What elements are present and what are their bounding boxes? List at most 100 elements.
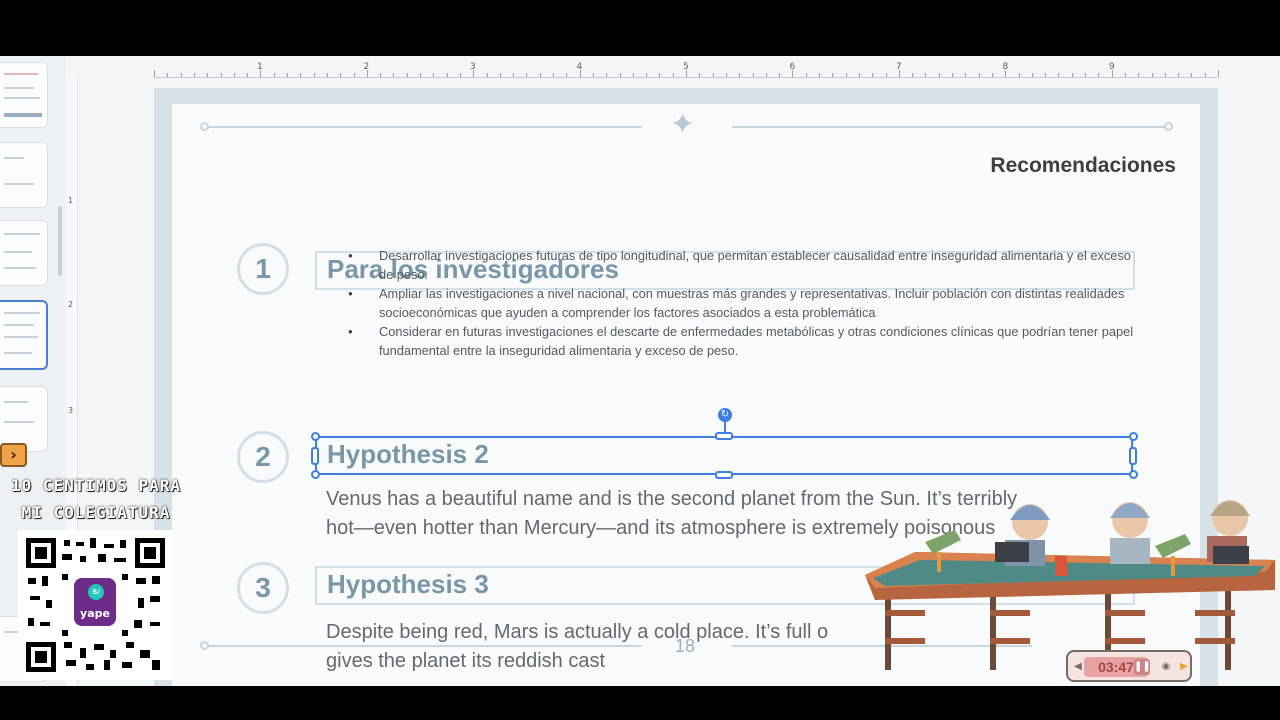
slide-title[interactable]: Recomendaciones [990,154,1176,178]
ruler-mark: 4 [576,62,583,72]
banner-line: MI COLEGIATURA [21,503,171,522]
section-number-2[interactable]: 2 [237,431,289,483]
eye-off-icon[interactable]: ◉ [1158,659,1174,675]
ruler-tick [353,73,355,77]
resize-handle[interactable] [1129,432,1138,441]
study-room-illustration [865,500,1275,670]
vruler-mark: 2 [68,300,74,309]
resize-handle[interactable] [715,471,733,479]
yape-label: yape [80,607,110,620]
horizontal-ruler: 1 2 3 4 5 6 7 8 9 [154,62,1219,78]
ruler-tick [287,73,288,77]
ruler-tick [712,73,714,77]
ruler-tick [912,73,914,77]
decor-line [732,126,1167,128]
ruler-tick [739,73,741,77]
vruler-mark: 1 [68,196,74,205]
pomodoro-timer[interactable]: ◀ 03:47 ❚❚ ◉ ▶ [1066,650,1192,682]
ruler-tick [154,70,155,77]
recommendation-list[interactable]: Desarrollar investigaciones futuras de t… [348,246,1148,360]
ruler-tick [619,73,621,77]
resize-handle[interactable] [1129,447,1137,465]
ruler-tick [220,73,222,77]
ruler-tick [646,73,648,77]
ruler-tick [991,73,993,77]
ruler-tick [858,73,860,77]
ruler-tick [446,73,448,77]
ruler-tick [805,73,807,77]
ruler-tick [513,73,515,77]
resize-handle[interactable] [311,432,320,441]
ruler-tick [566,73,568,77]
ruler-tick [1031,73,1033,77]
resize-handle[interactable] [311,470,320,479]
ruler-tick [1058,73,1060,77]
ruler-tick [247,73,249,77]
ruler-tick [1124,73,1126,77]
ruler-mark: 7 [896,62,902,72]
ruler-tick [1204,73,1206,77]
ruler-tick [167,73,169,77]
ruler-tick [752,73,754,77]
list-item: Desarrollar investigaciones futuras de t… [348,246,1148,284]
pause-icon[interactable]: ❚❚ [1134,659,1151,675]
ruler-tick [1151,73,1153,77]
ruler-tick [978,73,980,77]
sparkle-star-icon: ✦ [670,107,696,142]
ruler-tick [725,73,727,77]
section-body-3[interactable]: Despite being red, Mars is actually a co… [326,618,828,676]
ruler-tick [1085,73,1086,77]
ruler-tick [1098,73,1100,77]
ruler-tick [233,73,235,77]
body-line: gives the planet its reddish cast [326,650,606,672]
ruler-tick [180,73,182,77]
resize-handle[interactable] [715,432,733,440]
ruler-tick [486,73,488,77]
ruler-tick [553,73,554,77]
ruler-tick [699,73,701,77]
ruler-mark: 9 [1109,62,1115,72]
slide-thumbnail[interactable] [0,220,48,286]
ruler-tick [845,73,847,77]
ruler-tick [1178,73,1180,77]
ruler-tick [832,73,834,77]
ruler-tick [326,73,328,77]
ruler-tick [1138,73,1140,77]
yape-logo: S/ yape [74,578,116,626]
chevron-right-icon[interactable]: › [0,443,27,467]
vruler-mark: 3 [68,406,74,415]
ruler-tick [273,73,275,77]
ruler-tick [872,73,874,77]
ruler-tick [952,73,953,77]
decor-line [207,645,642,647]
selection-box[interactable] [315,436,1133,475]
list-item: Considerar en futuras investigaciones el… [348,322,1148,360]
ruler-tick [925,73,927,77]
ruler-tick [659,73,661,77]
section-number-1[interactable]: 1 [237,243,289,295]
ruler-tick [672,73,674,77]
decor-dot [1164,122,1173,131]
slide-thumbnail[interactable] [0,142,48,208]
ruler-tick [406,73,408,77]
slide-thumbnail-active[interactable] [0,300,48,370]
ruler-tick [819,73,820,77]
ruler-tick [1218,70,1219,77]
list-item: Ampliar las investigaciones a nivel naci… [348,284,1148,322]
ruler-mark: 5 [683,62,689,72]
ruler-tick [765,73,767,77]
rotate-icon[interactable]: ↻ [718,408,732,422]
ruler-tick [300,73,302,77]
chevron-right-icon[interactable]: ▶ [1176,659,1192,675]
thumbnail-scrollbar[interactable] [58,206,62,276]
ruler-mark: 2 [363,62,370,72]
resize-handle[interactable] [1129,470,1138,479]
ruler-tick [779,73,781,77]
decor-dot [200,122,209,131]
section-number-3[interactable]: 3 [237,562,289,614]
ruler-mark: 6 [789,62,796,72]
ruler-tick [606,73,608,77]
ruler-tick [433,73,435,77]
resize-handle[interactable] [311,447,319,465]
slide-thumbnail[interactable] [0,62,48,128]
